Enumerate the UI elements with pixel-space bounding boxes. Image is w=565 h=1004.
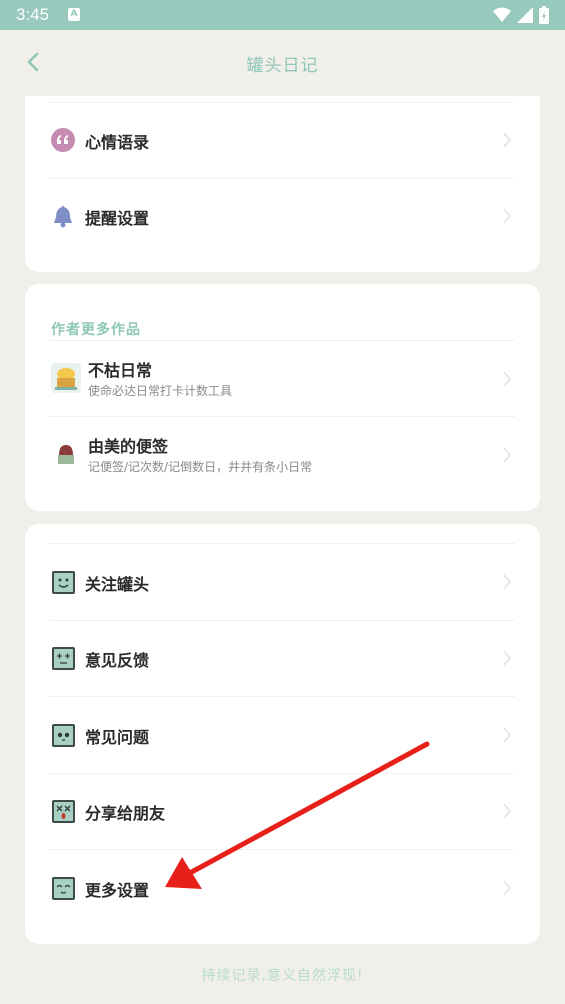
follow-face-icon xyxy=(52,571,75,594)
menu-item-label: 心情语录 xyxy=(85,133,150,152)
bukurichang-app-icon xyxy=(51,363,81,393)
app-item-bukurichang[interactable]: 不枯日常 使命必达日常打卡计数工具 xyxy=(25,341,540,417)
menu-item-label: 更多设置 xyxy=(85,881,150,900)
status-time: 3:45 xyxy=(16,5,50,24)
menu-item-label: 分享给朋友 xyxy=(85,804,166,823)
share-face-icon xyxy=(52,800,75,823)
status-bar: 3:45 A xyxy=(0,0,565,30)
footer-slogan: 持续记录,意义自然浮现! xyxy=(201,968,364,984)
menu-item-reminder-settings[interactable]: 提醒设置 xyxy=(25,178,540,254)
bell-icon xyxy=(54,205,72,228)
chevron-right-icon xyxy=(503,803,512,819)
settings-face-icon xyxy=(52,877,75,900)
wifi-icon xyxy=(493,7,511,22)
section-title: 作者更多作品 xyxy=(51,322,141,338)
menu-item-label: 关注罐头 xyxy=(85,575,150,594)
page-title: 罐头日记 xyxy=(246,56,319,76)
app-item-youmei[interactable]: 由美的便签 记便签/记次数/记倒数日，井井有条小日常 xyxy=(25,417,540,493)
chevron-right-icon xyxy=(503,650,512,666)
sim-indicator: A xyxy=(68,8,80,21)
app-name: 由美的便签 xyxy=(88,437,169,456)
menu-item-share[interactable]: 分享给朋友 xyxy=(25,773,540,849)
menu-item-faq[interactable]: 常见问题 xyxy=(25,697,540,773)
chevron-right-icon xyxy=(503,574,512,590)
menu-item-follow[interactable]: 关注罐头 xyxy=(25,544,540,620)
menu-item-label: 提醒设置 xyxy=(85,209,150,228)
app-description: 使命必达日常打卡计数工具 xyxy=(88,384,233,398)
chevron-right-icon xyxy=(503,132,512,148)
chevron-right-icon xyxy=(503,208,512,224)
chevron-right-icon xyxy=(503,880,512,896)
chevron-right-icon xyxy=(503,371,512,387)
app-header: 罐头日记 xyxy=(0,30,565,96)
app-description: 记便签/记次数/记倒数日，井井有条小日常 xyxy=(88,460,313,474)
app-name: 不枯日常 xyxy=(88,361,153,380)
chevron-right-icon xyxy=(503,447,512,463)
menu-item-label: 常见问题 xyxy=(85,728,150,747)
menu-card-top: 心情语录 提醒设置 xyxy=(25,96,540,272)
menu-card-bottom: 关注罐头 意见反馈 常见问题 分享给朋友 更多设置 xyxy=(25,524,540,944)
chevron-right-icon xyxy=(503,727,512,743)
menu-item-feedback[interactable]: 意见反馈 xyxy=(25,620,540,696)
quote-icon xyxy=(51,128,75,152)
menu-item-more-settings[interactable]: 更多设置 xyxy=(25,850,540,926)
battery-icon xyxy=(539,6,549,24)
menu-item-label: 意见反馈 xyxy=(85,651,150,670)
feedback-face-icon xyxy=(52,647,75,670)
menu-item-mood-quotes[interactable]: 心情语录 xyxy=(25,102,540,178)
faq-face-icon xyxy=(52,724,75,747)
youmei-app-icon xyxy=(58,445,74,464)
signal-icon xyxy=(517,7,533,23)
author-apps-card: 作者更多作品 不枯日常 使命必达日常打卡计数工具 由美的便签 记便签/记次数/记… xyxy=(25,284,540,511)
